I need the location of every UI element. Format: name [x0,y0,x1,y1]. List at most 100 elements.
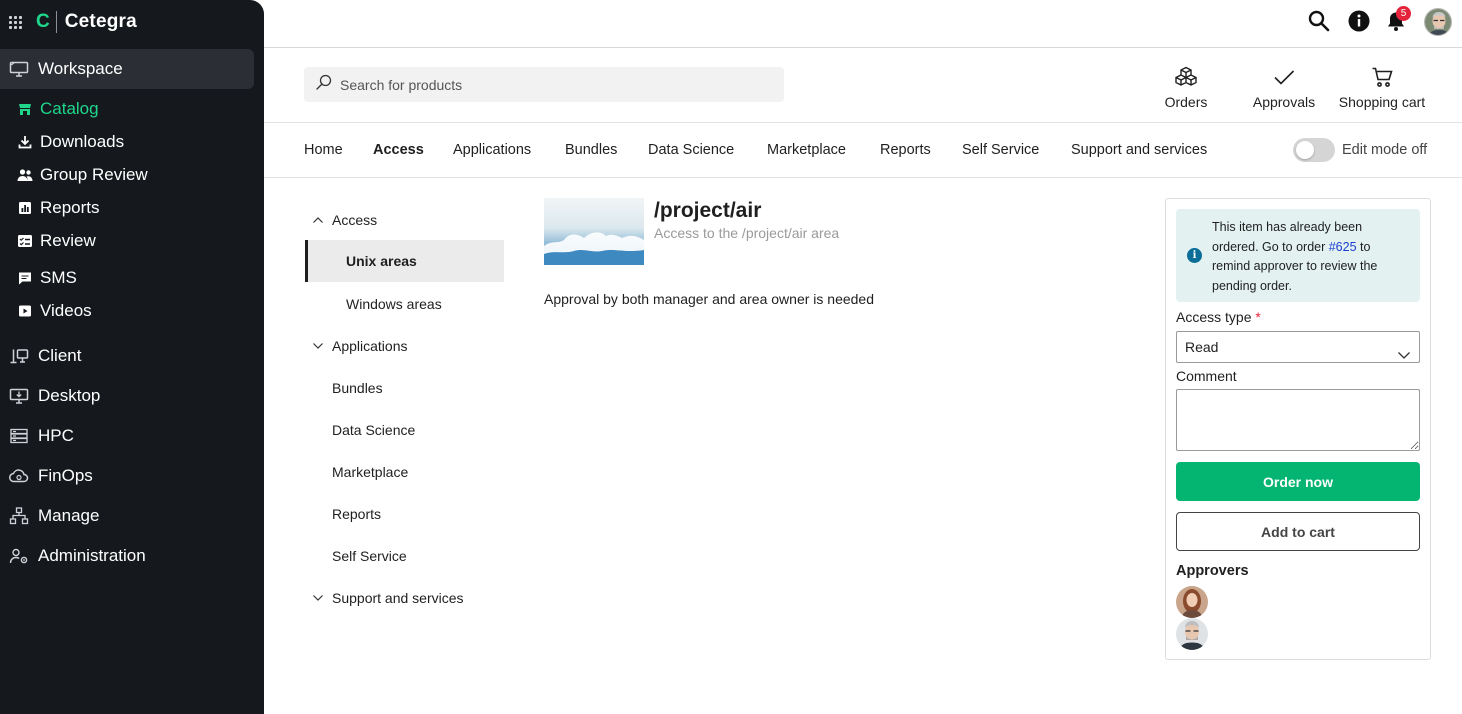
approver-avatar[interactable] [1176,586,1208,618]
tree-item-unix-areas[interactable]: Unix areas [305,240,504,282]
brand-bar: C Cetegra [0,0,264,44]
sidebar-item-label: Group Review [40,165,148,184]
hierarchy-icon [8,507,30,525]
tree-item-self-service[interactable]: Self Service [332,548,407,564]
add-to-cart-button[interactable]: Add to cart [1176,512,1420,551]
chevron-down-icon [312,340,326,352]
category-tabs: Home Access Applications Bundles Data Sc… [264,122,1462,178]
orders-button[interactable]: Orders [1162,64,1210,110]
search-input[interactable] [340,76,760,93]
tab-marketplace[interactable]: Marketplace [767,142,846,158]
tree-group-support[interactable]: Support and services [312,590,464,606]
tree-item-reports[interactable]: Reports [332,506,381,522]
tab-applications[interactable]: Applications [453,142,531,158]
brand-name[interactable]: Cetegra [65,11,137,33]
brand-divider [55,11,57,33]
tab-support-and-services[interactable]: Support and services [1071,142,1207,158]
notifications-bell-icon[interactable]: 5 [1384,6,1411,35]
cloud-money-icon [8,467,30,485]
tab-home[interactable]: Home [304,142,343,158]
product-thumbnail [544,198,644,265]
sidebar-item-workspace[interactable]: Workspace [0,49,254,89]
sidebar-item-label: Client [38,346,82,365]
sidebar-item-label: Workspace [38,59,123,78]
tree-item-data-science[interactable]: Data Science [332,422,415,438]
sidebar-item-client[interactable]: Client [0,336,254,376]
sidebar-item-reports[interactable]: Reports [0,192,254,224]
tree-group-applications[interactable]: Applications [312,338,408,354]
comment-field[interactable] [1176,389,1420,451]
shopping-cart-button[interactable]: Shopping cart [1335,64,1429,110]
access-type-select[interactable]: Read [1176,331,1420,363]
info-icon[interactable] [1347,9,1373,35]
tree-group-label: Applications [332,338,408,354]
approvals-button[interactable]: Approvals [1250,64,1318,110]
brand-logo[interactable]: C [36,11,50,33]
tab-self-service[interactable]: Self Service [962,142,1039,158]
order-now-button[interactable]: Order now [1176,462,1420,501]
store-icon [17,101,33,117]
desktop-icon [8,387,30,405]
comment-label: Comment [1176,368,1237,384]
chevron-up-icon [312,214,326,226]
sidebar-item-label: FinOps [38,466,93,485]
download-icon [17,134,33,150]
sidebar-item-manage[interactable]: Manage [0,496,254,536]
access-type-value: Read [1185,339,1219,355]
search-icon [316,74,332,95]
user-gear-icon [8,547,30,565]
boxes-icon [1162,64,1210,90]
required-mark: * [1255,309,1261,325]
sidebar-item-sms[interactable]: SMS [0,262,254,294]
app-grid-icon[interactable] [9,15,22,29]
chevron-down-icon [1397,341,1411,371]
sidebar-item-catalog[interactable]: Catalog [0,93,254,125]
order-link[interactable]: #625 [1329,240,1357,254]
server-icon [8,427,30,445]
tab-bundles[interactable]: Bundles [565,142,617,158]
notification-badge: 5 [1396,6,1411,21]
sidebar-item-label: SMS [40,268,77,287]
sidebar-item-label: Videos [40,301,92,320]
sidebar-item-label: Downloads [40,132,125,151]
sidebar-item-group-review[interactable]: Group Review [0,159,254,191]
tab-data-science[interactable]: Data Science [648,142,734,158]
checkmark-icon [1250,64,1318,90]
tree-item-marketplace[interactable]: Marketplace [332,464,408,480]
order-panel: i This item has already been ordered. Go… [1165,198,1431,660]
tree-item-bundles[interactable]: Bundles [332,380,383,396]
search-icon[interactable] [1307,9,1333,35]
already-ordered-notice: i This item has already been ordered. Go… [1176,209,1420,302]
user-avatar[interactable] [1424,8,1452,36]
chat-icon [17,270,33,286]
sidebar-item-videos[interactable]: Videos [0,295,254,327]
sidebar-item-label: Administration [38,546,146,565]
users-icon [17,167,33,183]
approvers-title: Approvers [1176,563,1249,579]
chevron-down-icon [312,592,326,604]
client-icon [8,347,30,365]
sidebar-item-administration[interactable]: Administration [0,536,254,576]
tab-reports[interactable]: Reports [880,142,931,158]
tree-item-windows-areas[interactable]: Windows areas [346,296,442,312]
orders-label: Orders [1164,94,1208,110]
approver-avatar[interactable] [1176,618,1208,650]
sidebar-item-downloads[interactable]: Downloads [0,126,254,158]
sidebar-item-review[interactable]: Review [0,225,254,257]
tab-access[interactable]: Access [373,142,424,158]
sidebar-item-desktop[interactable]: Desktop [0,376,254,416]
sidebar-item-label: Catalog [40,99,99,118]
shopping-cart-label: Shopping cart [1338,94,1426,110]
access-type-label: Access type * [1176,309,1261,325]
tree-group-label: Access [332,212,378,228]
product-search [304,67,784,102]
edit-mode-toggle[interactable] [1293,138,1335,162]
product-title: /project/air [654,199,762,222]
bar-chart-icon [17,200,33,216]
tree-group-access[interactable]: Access [312,212,377,228]
sidebar-item-finops[interactable]: FinOps [0,456,254,496]
sidebar-item-label: Reports [40,198,100,217]
sidebar-item-hpc[interactable]: HPC [0,416,254,456]
tree-group-label: Support and services [332,590,464,606]
access-type-label-text: Access type [1176,309,1252,325]
